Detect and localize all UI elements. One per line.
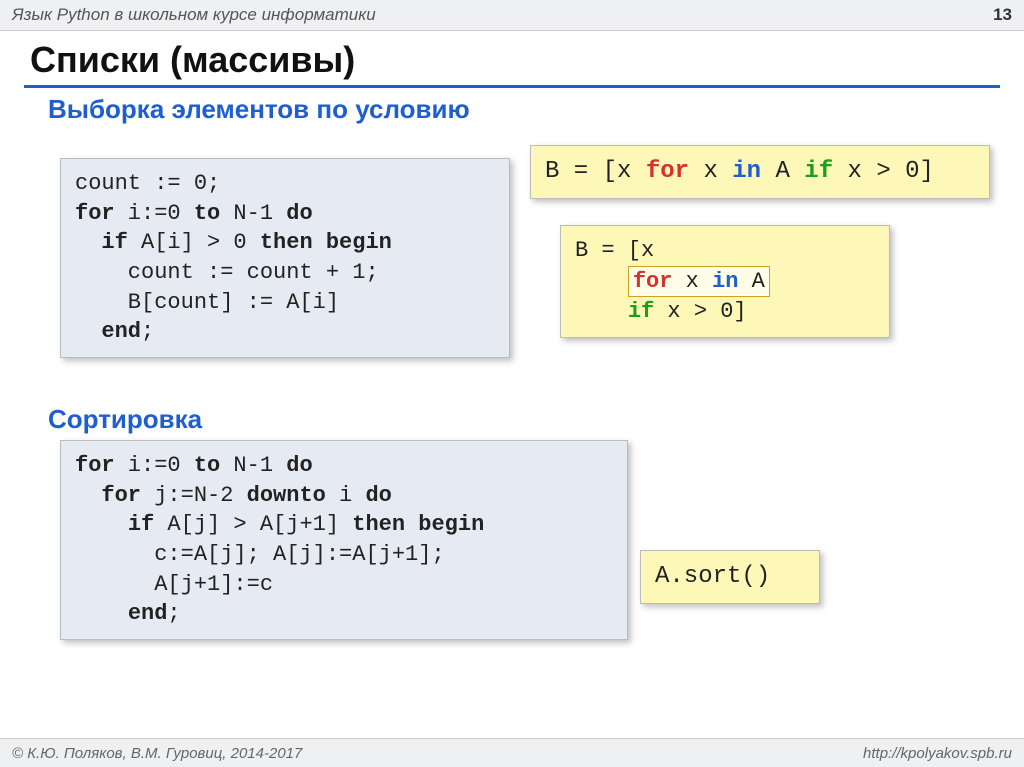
footer-url: http://kpolyakov.spb.ru xyxy=(863,745,1012,762)
pascal-filter-code: count := 0; for i:=0 to N-1 do if A[i] >… xyxy=(60,158,510,358)
section2-heading: Сортировка xyxy=(48,404,202,435)
pascal-sort-code: for i:=0 to N-1 do for j:=N-2 downto i d… xyxy=(60,440,628,640)
python-filter-oneline: B = [x for x in A if x > 0] xyxy=(530,145,990,199)
header-title: Язык Python в школьном курсе информатики xyxy=(12,5,376,25)
slide-footer: © К.Ю. Поляков, В.М. Гуровиц, 2014-2017 … xyxy=(0,738,1024,767)
footer-copyright: © К.Ю. Поляков, В.М. Гуровиц, 2014-2017 xyxy=(12,745,302,762)
slide-header: Язык Python в школьном курсе информатики… xyxy=(0,0,1024,31)
python-sort-code: A.sort() xyxy=(640,550,820,604)
page-number: 13 xyxy=(993,5,1012,25)
slide-title: Списки (массивы) xyxy=(30,39,1024,81)
title-rule xyxy=(24,85,1000,88)
section1-heading: Выборка элементов по условию xyxy=(48,94,1024,125)
python-filter-multiline: B = [x for x in A if x > 0] xyxy=(560,225,890,338)
